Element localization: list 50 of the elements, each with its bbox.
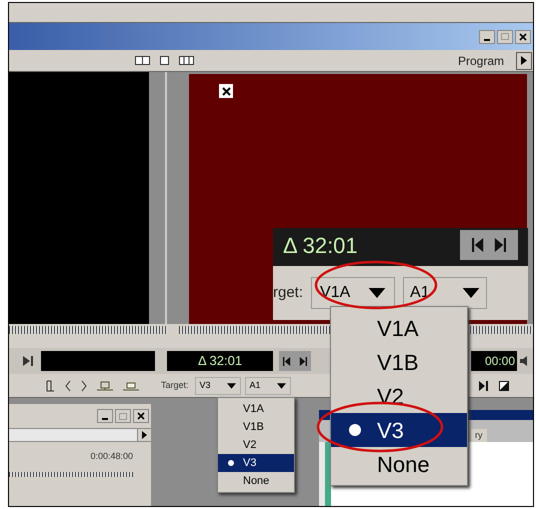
minimize-button[interactable] xyxy=(479,30,495,44)
timeline-timecode: 0:00:48:00 xyxy=(90,450,133,464)
bracket-left-icon[interactable] xyxy=(65,380,71,392)
inset-timecode: Δ 32:01 xyxy=(283,232,359,260)
caret-icon xyxy=(226,382,236,388)
speaker-icon[interactable] xyxy=(520,356,530,366)
step-forward-icon[interactable] xyxy=(492,238,506,252)
step-forward-icon[interactable] xyxy=(21,356,35,366)
close-icon xyxy=(519,32,527,40)
menu-item[interactable]: V1B xyxy=(218,418,294,436)
video-target-select[interactable]: V3 xyxy=(194,376,241,394)
triangle-right-icon xyxy=(142,431,147,439)
mark-in-icon[interactable] xyxy=(45,380,55,392)
trim-view-icon[interactable] xyxy=(179,56,194,65)
safe-margins-icon[interactable] xyxy=(499,380,509,390)
menu-item[interactable]: V1B xyxy=(331,345,467,379)
caret-icon xyxy=(368,288,386,298)
menu-item[interactable]: V3 xyxy=(331,413,467,447)
monitor-label: Program xyxy=(458,52,504,70)
caret-icon xyxy=(276,382,286,388)
bracket-right-icon[interactable] xyxy=(81,380,87,392)
close-button[interactable] xyxy=(133,409,149,423)
menu-item[interactable]: V3 xyxy=(218,454,294,472)
menu-item[interactable]: None xyxy=(218,472,294,490)
target-label: Target: xyxy=(161,378,189,392)
caret-icon xyxy=(462,288,480,298)
audio-target-select[interactable]: A1 xyxy=(244,376,291,394)
program-timecode-field: Δ 32:01 xyxy=(167,351,273,371)
lift-icon[interactable] xyxy=(97,380,113,392)
scroll-arrow-button[interactable] xyxy=(137,429,151,441)
triangle-right-icon xyxy=(521,56,527,65)
go-to-end-icon[interactable] xyxy=(479,380,489,390)
close-icon xyxy=(137,412,145,420)
step-forward-icon[interactable] xyxy=(298,356,307,366)
minimize-button[interactable] xyxy=(97,409,113,423)
end-timecode-field: 00:00 xyxy=(471,351,517,371)
menu-arrow-button[interactable] xyxy=(516,52,532,70)
step-back-icon[interactable] xyxy=(283,356,292,366)
menu-item[interactable]: V2 xyxy=(218,436,294,454)
extract-icon[interactable] xyxy=(123,380,139,392)
close-button[interactable] xyxy=(515,30,531,44)
dual-view-icon[interactable] xyxy=(135,56,150,65)
inset-target-label: rget: xyxy=(273,282,304,303)
menu-item[interactable]: V1A xyxy=(331,311,467,345)
step-back-icon[interactable] xyxy=(472,238,486,252)
menu-item[interactable]: None xyxy=(331,447,467,481)
close-icon[interactable] xyxy=(219,84,233,98)
panel-tab[interactable]: ry xyxy=(471,428,486,442)
single-view-icon[interactable] xyxy=(160,56,169,65)
menu-item[interactable]: V1A xyxy=(218,400,294,418)
